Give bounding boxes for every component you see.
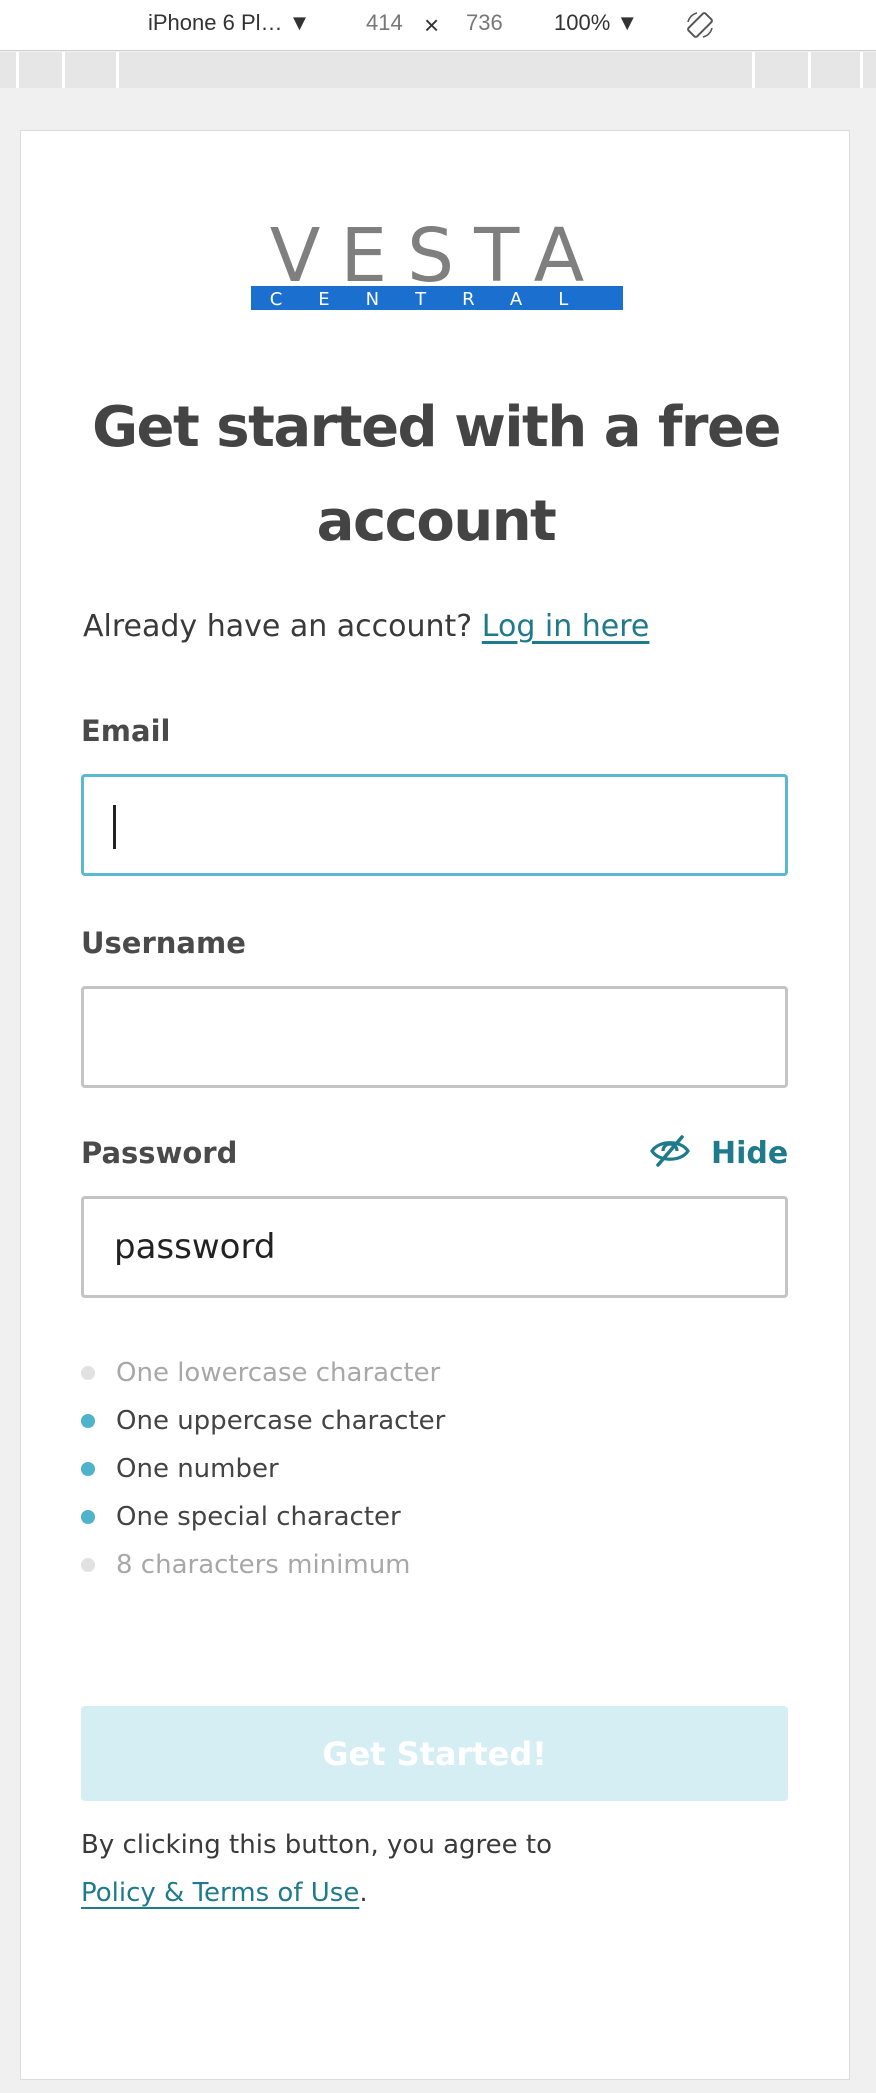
times-icon: × — [424, 10, 440, 40]
requirement-text: One uppercase character — [116, 1406, 446, 1436]
get-started-button[interactable]: Get Started! — [81, 1706, 788, 1801]
requirement-text: One special character — [116, 1502, 401, 1532]
password-label: Password — [81, 1136, 238, 1170]
email-field[interactable] — [81, 774, 788, 876]
requirement-dot-icon — [81, 1414, 95, 1428]
terms-suffix: . — [359, 1878, 368, 1908]
username-field[interactable] — [81, 986, 788, 1088]
logo-subtitle: CENTRAL — [270, 289, 605, 310]
password-requirements: One lowercase character One uppercase ch… — [81, 1349, 445, 1589]
terms-prefix: By clicking this button, you agree to — [81, 1830, 552, 1860]
requirement-number: One number — [81, 1445, 445, 1493]
username-label: Username — [81, 926, 246, 960]
hide-label: Hide — [711, 1135, 789, 1171]
media-query-ruler — [0, 52, 876, 88]
requirement-uppercase: One uppercase character — [81, 1397, 445, 1445]
requirement-text: One lowercase character — [116, 1358, 441, 1388]
requirement-lowercase: One lowercase character — [81, 1349, 445, 1397]
login-link[interactable]: Log in here — [482, 609, 650, 644]
requirement-min-length: 8 characters minimum — [81, 1541, 445, 1589]
terms-notice: By clicking this button, you agree to Po… — [81, 1821, 788, 1917]
eye-slash-icon — [649, 1133, 691, 1173]
signup-card: VESTA CENTRAL Get started with a free ac… — [20, 130, 850, 2080]
requirement-text: One number — [116, 1454, 279, 1484]
login-prompt-text: Already have an account? — [83, 609, 473, 644]
login-prompt: Already have an account? Log in here — [83, 609, 649, 644]
requirement-dot-icon — [81, 1462, 95, 1476]
requirement-dot-icon — [81, 1510, 95, 1524]
viewport-height[interactable]: 736 — [466, 10, 503, 36]
device-dropdown-arrow-icon: ▼ — [288, 10, 311, 35]
rotate-icon[interactable] — [685, 10, 715, 46]
vesta-central-logo: VESTA CENTRAL — [249, 213, 625, 319]
zoom-value: 100% — [554, 10, 611, 35]
device-select[interactable]: iPhone 6 Pl… ▼ — [148, 10, 310, 36]
password-field[interactable] — [81, 1196, 788, 1298]
password-visibility-toggle[interactable]: Hide — [649, 1131, 788, 1175]
text-caret — [113, 805, 116, 849]
requirement-dot-icon — [81, 1366, 95, 1380]
terms-link[interactable]: Policy & Terms of Use — [81, 1878, 359, 1908]
zoom-select[interactable]: 100% ▼ — [554, 10, 638, 36]
requirement-dot-icon — [81, 1558, 95, 1572]
requirement-text: 8 characters minimum — [116, 1550, 411, 1580]
devtools-device-toolbar: iPhone 6 Pl… ▼ 414 × 736 100% ▼ — [0, 0, 876, 51]
device-name: iPhone 6 Pl… — [148, 10, 283, 35]
requirement-special: One special character — [81, 1493, 445, 1541]
page-title: Get started with a free account — [92, 395, 781, 554]
zoom-dropdown-arrow-icon: ▼ — [616, 10, 639, 35]
email-label: Email — [81, 714, 171, 748]
viewport-width[interactable]: 414 — [366, 10, 403, 36]
